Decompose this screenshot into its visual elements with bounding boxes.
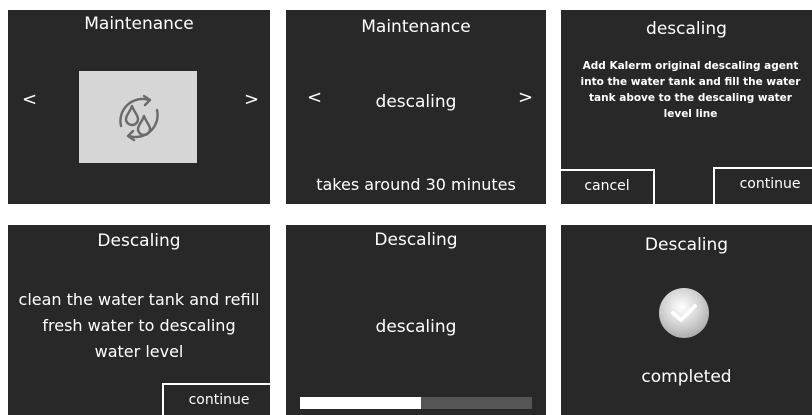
screen-title: Descaling	[97, 231, 181, 251]
screen-maintenance-descaling: Maintenance < descaling > takes around 3…	[286, 10, 546, 204]
screen-maintenance-menu: Maintenance < >	[8, 10, 270, 204]
continue-button[interactable]: continue	[162, 383, 270, 415]
screen-descaling-instructions: descaling Add Kalerm original descaling …	[561, 10, 812, 204]
duration-text: takes around 30 minutes	[316, 175, 516, 194]
next-arrow[interactable]: >	[518, 88, 533, 108]
next-arrow[interactable]: >	[244, 90, 259, 110]
screen-title: Maintenance	[361, 17, 471, 37]
instruction-text: clean the water tank and refill fresh wa…	[18, 290, 260, 361]
progress-bar-fill	[300, 397, 421, 409]
check-icon	[659, 288, 709, 338]
continue-button[interactable]: continue	[713, 167, 812, 204]
screen-title: descaling	[646, 19, 727, 39]
menu-option-label[interactable]: descaling	[286, 92, 546, 112]
screen-title: Descaling	[374, 230, 458, 250]
completed-status: completed	[641, 367, 732, 387]
cancel-button[interactable]: cancel	[561, 169, 655, 204]
screen-title: Maintenance	[84, 14, 194, 34]
descaling-drops-icon	[119, 94, 159, 142]
descaling-option-tile[interactable]	[79, 71, 197, 163]
previous-arrow[interactable]: <	[22, 90, 37, 110]
status-label: descaling	[375, 317, 457, 337]
instruction-text: Add Kalerm original descaling agent into…	[580, 60, 801, 120]
screen-descaling-progress: Descaling descaling	[286, 225, 546, 415]
screen-refill-water: Descaling clean the water tank and refil…	[8, 225, 270, 415]
screen-title: Descaling	[644, 235, 729, 255]
screen-descaling-completed: Descaling completed	[561, 225, 812, 415]
progress-bar	[300, 397, 532, 409]
